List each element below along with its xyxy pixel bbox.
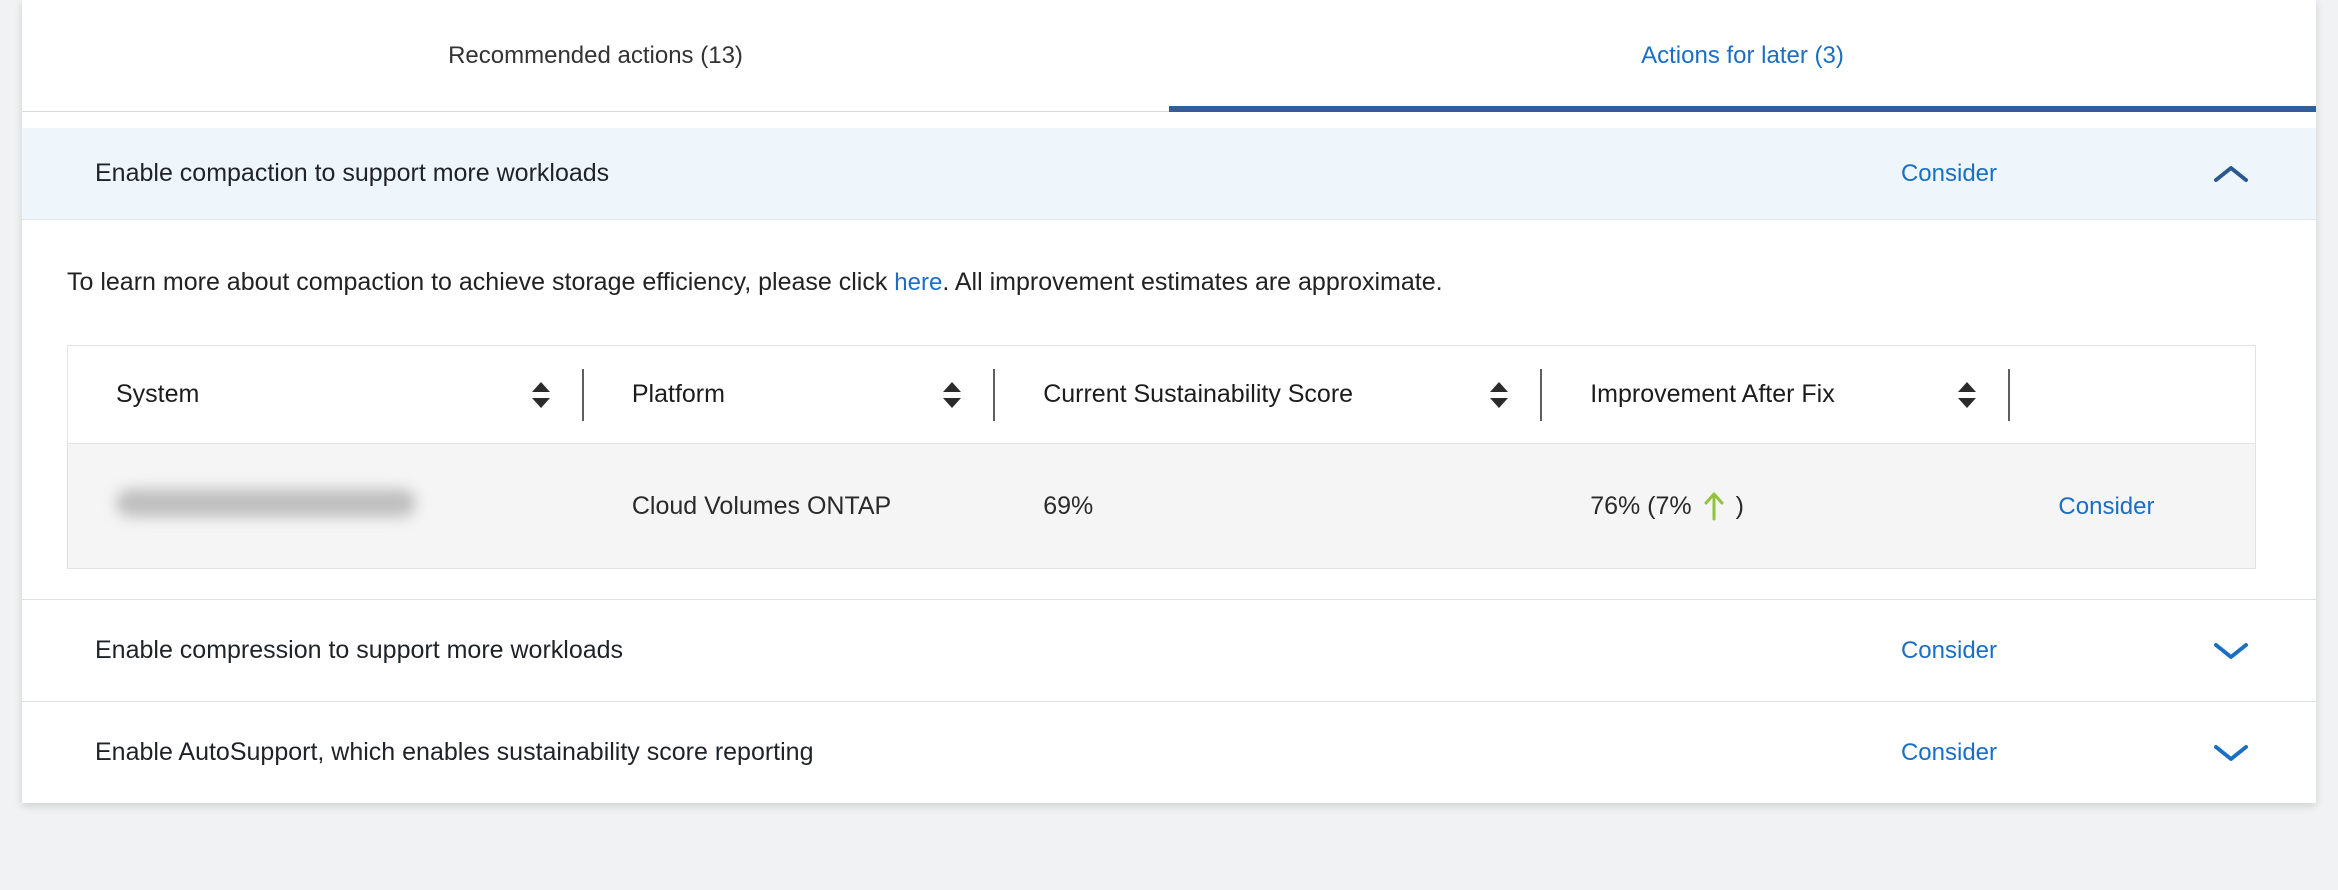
improvement-close-paren: ) <box>1736 492 1744 521</box>
accordion-title: Enable AutoSupport, which enables sustai… <box>95 738 814 767</box>
accordion-compaction-header[interactable]: Enable compaction to support more worklo… <box>22 128 2316 220</box>
tab-label: Actions for later (3) <box>1641 42 1844 70</box>
sort-icon[interactable] <box>1958 382 1976 408</box>
tab-recommended-actions[interactable]: Recommended actions (13) <box>22 0 1169 111</box>
cell-action: Consider <box>2010 444 2255 569</box>
column-label: System <box>116 380 199 409</box>
accordion-actions: Consider <box>1901 160 2250 188</box>
column-label: Improvement After Fix <box>1590 380 1835 409</box>
accordion-compression-header[interactable]: Enable compression to support more workl… <box>22 599 2316 701</box>
chevron-down-icon[interactable] <box>2212 742 2250 764</box>
systems-table: System Platform Current Sustainability S… <box>67 345 2256 569</box>
cell-improvement: 76% (7% ) <box>1542 444 2010 569</box>
sort-icon[interactable] <box>943 382 961 408</box>
accordion-actions: Consider <box>1901 739 2250 767</box>
tab-actions-for-later[interactable]: Actions for later (3) <box>1169 0 2316 111</box>
column-header-actions <box>2010 346 2255 444</box>
cell-current-score: 69% <box>995 444 1542 569</box>
green-up-arrow-icon <box>1702 490 1726 522</box>
column-header-system[interactable]: System <box>68 346 584 444</box>
column-header-current-sustainability-score[interactable]: Current Sustainability Score <box>995 346 1542 444</box>
sort-icon[interactable] <box>1490 382 1508 408</box>
table-row: Cloud Volumes ONTAP 69% 76% (7% ) <box>68 444 2256 569</box>
chevron-down-icon[interactable] <box>2212 640 2250 662</box>
tab-label: Recommended actions (13) <box>448 42 743 70</box>
column-header-improvement-after-fix[interactable]: Improvement After Fix <box>1542 346 2010 444</box>
column-label: Platform <box>632 380 725 409</box>
tab-bar: Recommended actions (13) Actions for lat… <box>22 0 2316 112</box>
sort-icon[interactable] <box>532 382 550 408</box>
recommended-actions-card: Recommended actions (13) Actions for lat… <box>22 0 2316 803</box>
column-header-platform[interactable]: Platform <box>584 346 995 444</box>
cell-system <box>68 444 584 569</box>
accordion-title: Enable compaction to support more worklo… <box>95 159 609 188</box>
accordion-title: Enable compression to support more workl… <box>95 636 623 665</box>
table-header-row: System Platform Current Sustainability S… <box>68 346 2256 444</box>
consider-link[interactable]: Consider <box>1901 739 1997 767</box>
improvement-value: 76% (7% ) <box>1590 490 1744 522</box>
consider-link[interactable]: Consider <box>1901 637 1997 665</box>
accordion-actions: Consider <box>1901 637 2250 665</box>
consider-link[interactable]: Consider <box>1901 160 1997 188</box>
info-text: To learn more about compaction to achiev… <box>67 264 2256 301</box>
row-consider-link[interactable]: Consider <box>2058 493 2154 520</box>
accordion-compaction-content: To learn more about compaction to achiev… <box>22 220 2316 599</box>
improvement-text: 76% (7% <box>1590 492 1691 521</box>
accordion-autosupport-header[interactable]: Enable AutoSupport, which enables sustai… <box>22 701 2316 803</box>
column-label: Current Sustainability Score <box>1043 380 1353 409</box>
chevron-up-icon[interactable] <box>2212 163 2250 185</box>
cell-platform: Cloud Volumes ONTAP <box>584 444 995 569</box>
here-link[interactable]: here <box>894 269 942 296</box>
redacted-system-name <box>116 489 416 517</box>
info-pre: To learn more about compaction to achiev… <box>67 268 894 296</box>
info-post: . All improvement estimates are approxim… <box>942 268 1442 296</box>
